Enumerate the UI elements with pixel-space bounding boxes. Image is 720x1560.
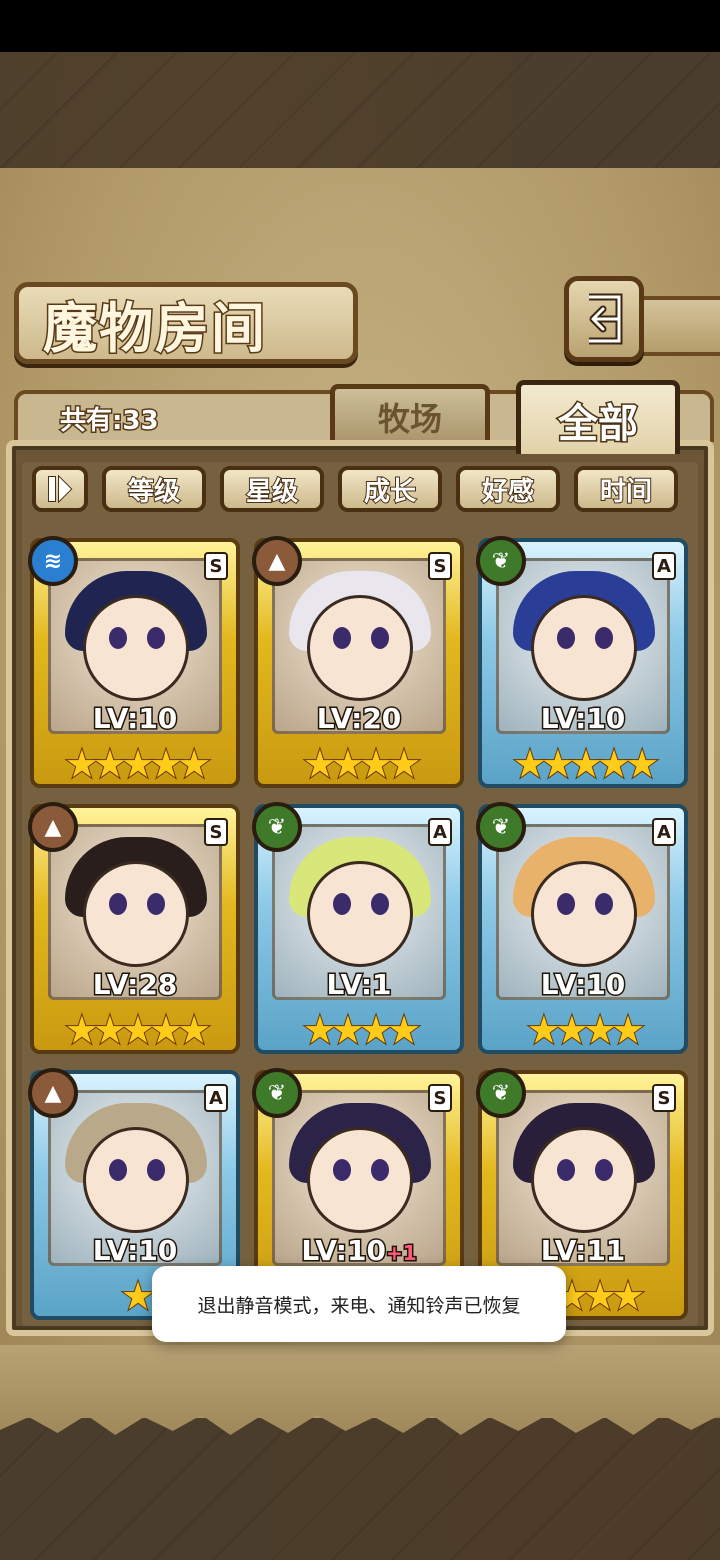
tab-ranch[interactable]: 牧场 (330, 384, 490, 444)
wood-attribute-icon: ❦ (252, 802, 302, 852)
title-plate: 魔物房间 (14, 282, 358, 364)
portrait-face (83, 861, 189, 967)
filter-star-button[interactable]: 星级 (220, 466, 324, 512)
water-attribute-icon: ≋ (28, 536, 78, 586)
portrait-face (83, 1127, 189, 1233)
star-rating: ★★★★★ (512, 741, 660, 787)
sort-order-button[interactable] (32, 466, 88, 512)
portrait-eye (557, 893, 575, 915)
rank-badge: A (652, 552, 676, 580)
page-title: 魔物房间 (42, 294, 267, 361)
rank-badge: A (428, 818, 452, 846)
toast-message: 退出静音模式，来电、通知铃声已恢复 (152, 1266, 566, 1342)
star-rating: ★★★★ (302, 1007, 422, 1053)
rank-badge: A (652, 818, 676, 846)
monster-card[interactable]: ❦ A LV:10 ★★★★ (476, 802, 688, 1054)
filter-affection-button[interactable]: 好感 (456, 466, 560, 512)
star-rating: ★★★★★ (64, 741, 212, 787)
portrait-eye (147, 893, 165, 915)
monster-level: LV:10 (91, 1233, 179, 1269)
wood-attribute-icon: ❦ (252, 1068, 302, 1118)
portrait-eye (147, 627, 165, 649)
monster-level: LV:11 (539, 1233, 627, 1269)
portrait-eye (371, 893, 389, 915)
star-rating: ★★★★★ (64, 1007, 212, 1053)
wood-attribute-icon: ❦ (476, 1068, 526, 1118)
monster-level: LV:10+1 (300, 1233, 418, 1269)
monster-level: LV:10 (539, 967, 627, 1003)
back-button[interactable] (564, 276, 644, 362)
portrait-eye (371, 627, 389, 649)
return-icon (589, 293, 623, 345)
filter-growth-button[interactable]: 成长 (338, 466, 442, 512)
sort-toggle-icon (48, 474, 73, 504)
portrait-eye (109, 893, 127, 915)
monster-card[interactable]: ≋ S LV:10 ★★★★★ (28, 536, 240, 788)
level-bonus: +1 (384, 1240, 418, 1267)
rank-badge: S (204, 818, 228, 846)
monster-card[interactable]: ❦ A LV:1 ★★★★ (252, 802, 464, 1054)
monster-card[interactable]: ❦ A LV:10 ★★★★★ (476, 536, 688, 788)
portrait-face (83, 595, 189, 701)
star-rating: ★★★★ (302, 741, 422, 787)
tab-all[interactable]: 全部 (516, 380, 680, 454)
portrait-eye (147, 1159, 165, 1181)
monster-card[interactable]: ▲ S LV:20 ★★★★ (252, 536, 464, 788)
earth-attribute-icon: ▲ (252, 536, 302, 586)
rank-badge: S (428, 552, 452, 580)
portrait-eye (333, 627, 351, 649)
monster-level: LV:1 (325, 967, 393, 1003)
monster-card[interactable]: ▲ S LV:28 ★★★★★ (28, 802, 240, 1054)
earth-attribute-icon: ▲ (28, 802, 78, 852)
monster-count: 共有:33 (59, 405, 161, 438)
portrait-eye (595, 627, 613, 649)
portrait-face (307, 1127, 413, 1233)
rank-badge: A (204, 1084, 228, 1112)
status-bar (0, 0, 720, 52)
earth-attribute-icon: ▲ (28, 1068, 78, 1118)
monster-level: LV:10 (539, 701, 627, 737)
portrait-eye (371, 1159, 389, 1181)
back-rail (640, 296, 720, 356)
portrait-face (531, 1127, 637, 1233)
portrait-eye (595, 1159, 613, 1181)
portrait-eye (333, 1159, 351, 1181)
wood-attribute-icon: ❦ (476, 536, 526, 586)
portrait-eye (595, 893, 613, 915)
monster-level: LV:10 (91, 701, 179, 737)
portrait-face (307, 861, 413, 967)
portrait-eye (109, 1159, 127, 1181)
portrait-eye (333, 893, 351, 915)
filter-time-button[interactable]: 时间 (574, 466, 678, 512)
wood-attribute-icon: ❦ (476, 802, 526, 852)
filter-level-button[interactable]: 等级 (102, 466, 206, 512)
portrait-eye (557, 627, 575, 649)
rank-badge: S (428, 1084, 452, 1112)
rank-badge: S (652, 1084, 676, 1112)
portrait-eye (109, 627, 127, 649)
monster-level: LV:28 (91, 967, 179, 1003)
star-rating: ★★★★ (526, 1007, 646, 1053)
portrait-face (307, 595, 413, 701)
filter-bar: 等级 星级 成长 好感 时间 (32, 465, 692, 513)
rank-badge: S (204, 552, 228, 580)
portrait-face (531, 861, 637, 967)
portrait-face (531, 595, 637, 701)
monster-level: LV:20 (315, 701, 403, 737)
portrait-eye (557, 1159, 575, 1181)
